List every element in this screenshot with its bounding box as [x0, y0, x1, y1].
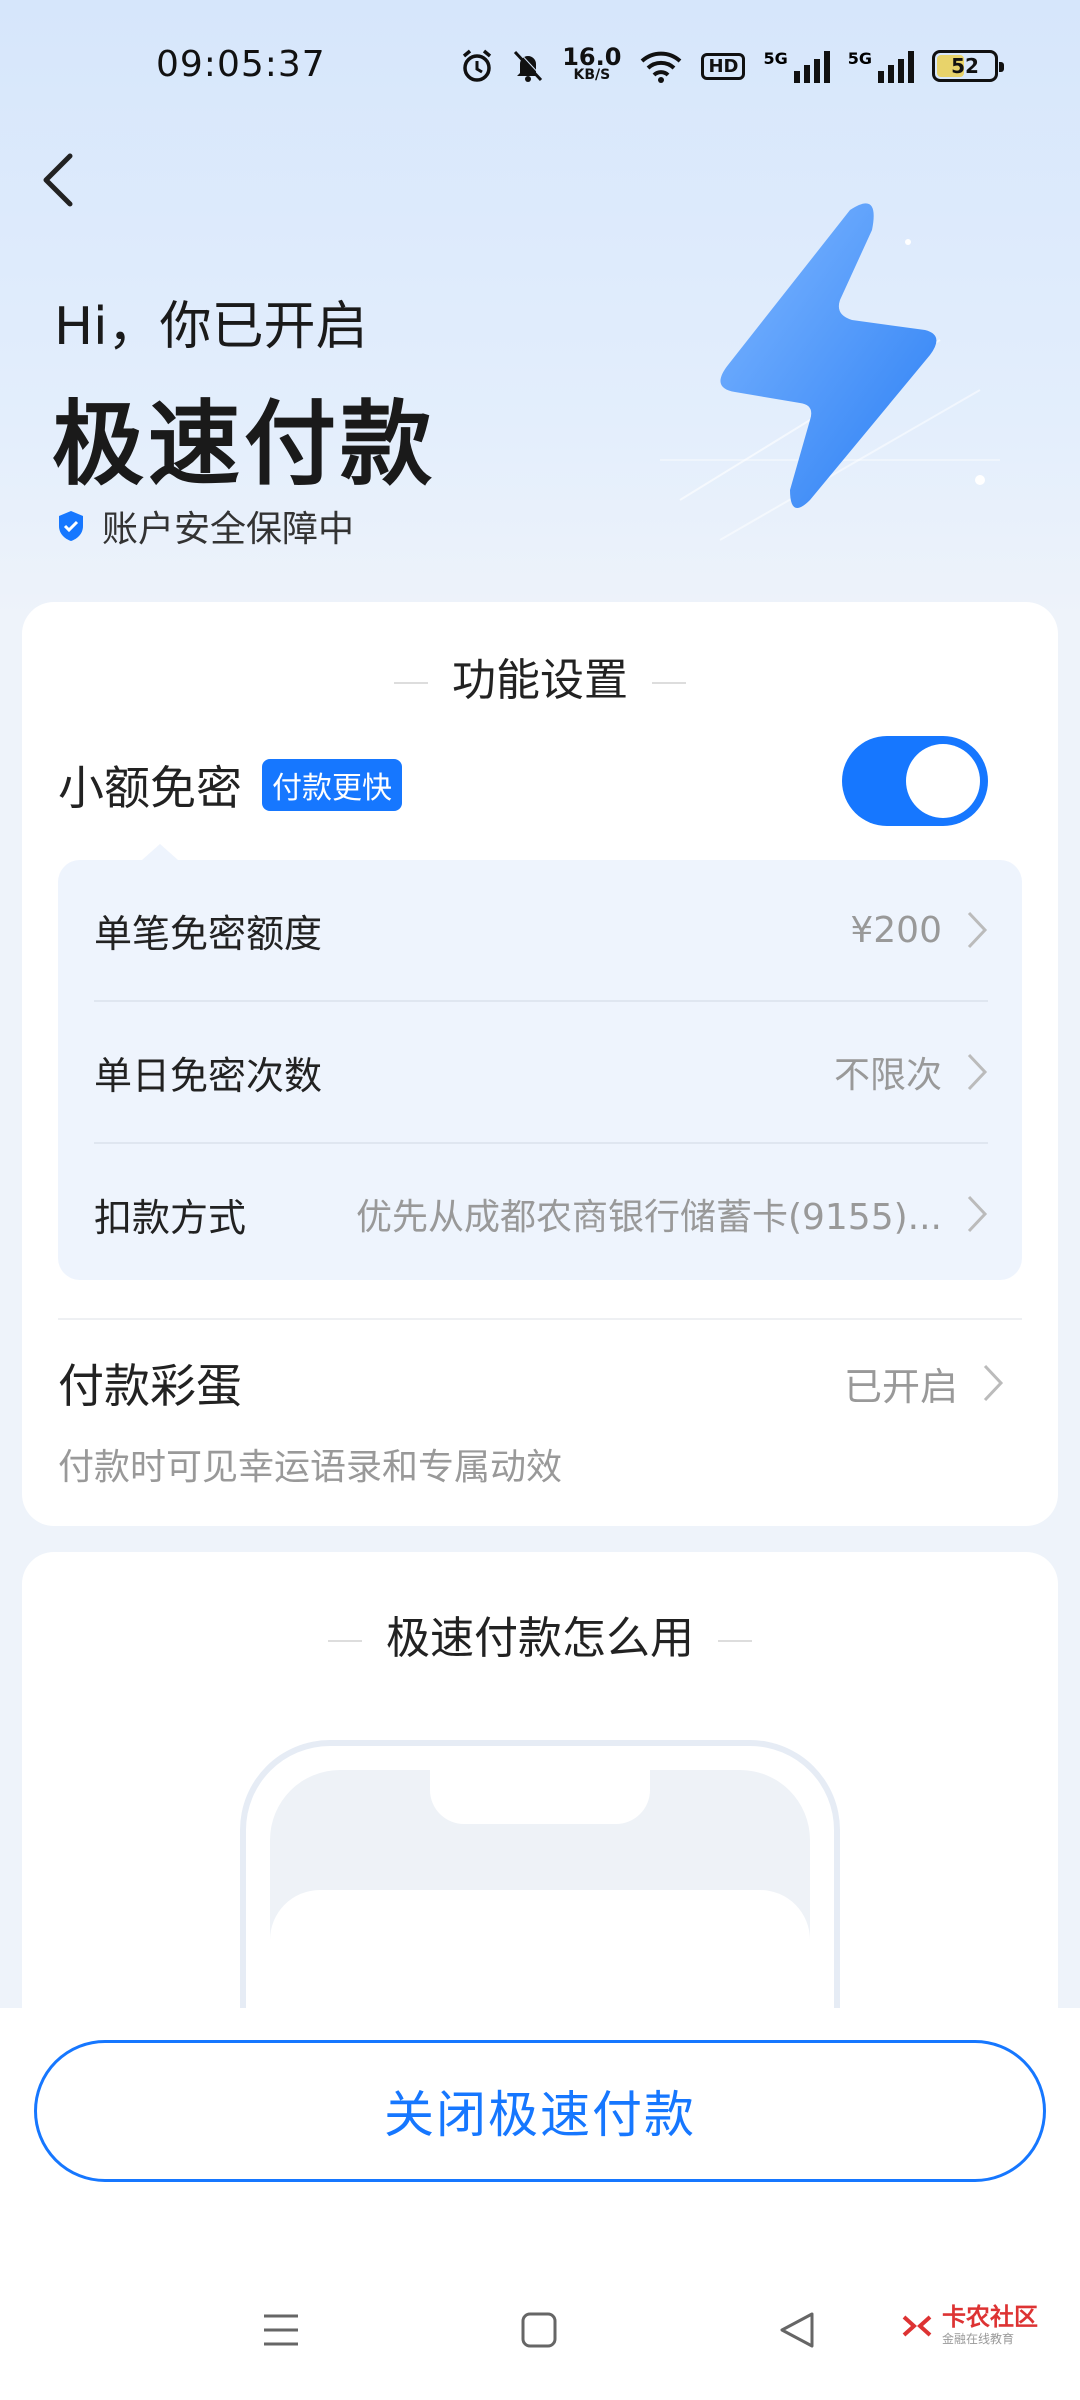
phone-notch — [430, 1764, 650, 1824]
easter-egg-value: 已开启 — [843, 1364, 958, 1409]
daily-count-value: 不限次 — [833, 1055, 942, 1096]
greeting: Hi，你已开启 — [54, 297, 368, 357]
chevron-right-icon — [967, 1053, 988, 1091]
watermark-sub: 金融在线教育 — [942, 2332, 1015, 2346]
chevron-right-icon — [967, 911, 988, 949]
watermark-name: 卡农社区 — [942, 2303, 1038, 2331]
home-nav-button[interactable] — [520, 2310, 558, 2354]
daily-count-row[interactable]: 单日免密次数 不限次 — [94, 1002, 988, 1142]
back-triangle-icon — [780, 2312, 814, 2348]
faster-badge: 付款更快 — [262, 759, 402, 811]
deduction-method-value: 优先从成都农商银行储蓄卡(9155)... — [355, 1197, 942, 1238]
page-title: 极速付款 — [52, 391, 437, 498]
signal-icon: 5G — [848, 49, 914, 83]
settings-card: 功能设置 小额免密 付款更快 单笔免密额度 ¥200 单日免密次数 不限次 扣款… — [22, 602, 1058, 1526]
toggle-knob — [906, 744, 980, 818]
security-text: 账户安全保障中 — [102, 509, 355, 550]
back-nav-button[interactable] — [778, 2310, 816, 2354]
page: 09:05:37 16.0 KB/S HD 5G 5G 52 Hi，你已开启 极… — [0, 0, 1080, 2400]
chevron-right-icon — [967, 1195, 988, 1233]
watermark: 卡农社区 金融在线教育 — [900, 2304, 1038, 2347]
small-free-label: 小额免密 — [58, 761, 242, 815]
status-bar: 09:05:37 16.0 KB/S HD 5G 5G 52 — [0, 0, 1080, 130]
signal-icon: 5G — [763, 49, 830, 83]
settings-section-title: 功能设置 — [22, 644, 1058, 708]
single-limit-value-wrap: ¥200 — [850, 910, 988, 951]
single-limit-value: ¥200 — [850, 909, 942, 951]
small-free-settings: 单笔免密额度 ¥200 单日免密次数 不限次 扣款方式 优先从成都农商银行储蓄卡… — [58, 844, 1022, 1280]
howto-card: 极速付款怎么用 — [22, 1552, 1058, 2072]
status-icons: 16.0 KB/S HD 5G 5G 52 — [460, 43, 1004, 88]
alarm-icon — [460, 48, 494, 84]
divider — [58, 1318, 1022, 1320]
mute-bell-icon — [512, 49, 544, 83]
net-speed: 16.0 KB/S — [562, 43, 622, 83]
easter-egg-description: 付款时可见幸运语录和专属动效 — [58, 1447, 563, 1488]
security-status: 账户安全保障中 — [56, 500, 354, 552]
chevron-right-icon — [983, 1364, 1004, 1402]
home-square-icon — [521, 2312, 557, 2348]
single-limit-row[interactable]: 单笔免密额度 ¥200 — [94, 860, 988, 1000]
single-limit-label: 单笔免密额度 — [94, 911, 323, 956]
battery-icon: 52 — [932, 50, 1004, 82]
deduction-method-row[interactable]: 扣款方式 优先从成都农商银行储蓄卡(9155)... — [94, 1144, 988, 1284]
easter-egg-label: 付款彩蛋 — [58, 1359, 242, 1413]
daily-count-value-wrap: 不限次 — [834, 1046, 988, 1098]
lightning-bolt-icon — [660, 203, 1000, 541]
deduction-method-value-wrap: 优先从成都农商银行储蓄卡(9155)... — [356, 1188, 988, 1240]
daily-count-label: 单日免密次数 — [94, 1053, 323, 1098]
shield-check-icon — [59, 511, 83, 541]
watermark-text: 卡农社区 金融在线教育 — [942, 2304, 1038, 2347]
easter-egg-value-wrap: 已开启 — [844, 1356, 1004, 1411]
small-free-row: 小额免密 付款更快 — [58, 752, 402, 818]
battery-level: 52 — [951, 54, 979, 78]
small-free-toggle[interactable] — [842, 736, 988, 826]
deduction-method-label: 扣款方式 — [94, 1195, 247, 1240]
back-button[interactable] — [36, 150, 86, 210]
menu-nav-button[interactable] — [262, 2310, 300, 2354]
watermark-logo-icon — [902, 2315, 932, 2336]
hd-voice-icon: HD — [701, 52, 746, 80]
menu-icon — [264, 2314, 298, 2346]
howto-section-title: 极速付款怎么用 — [22, 1602, 1058, 1666]
chevron-left-icon — [43, 153, 73, 207]
clock: 09:05:37 — [156, 44, 326, 85]
easter-egg-row[interactable]: 付款彩蛋 已开启 — [58, 1350, 1004, 1416]
close-fast-pay-button[interactable]: 关闭极速付款 — [34, 2040, 1046, 2182]
wifi-icon — [639, 49, 683, 83]
